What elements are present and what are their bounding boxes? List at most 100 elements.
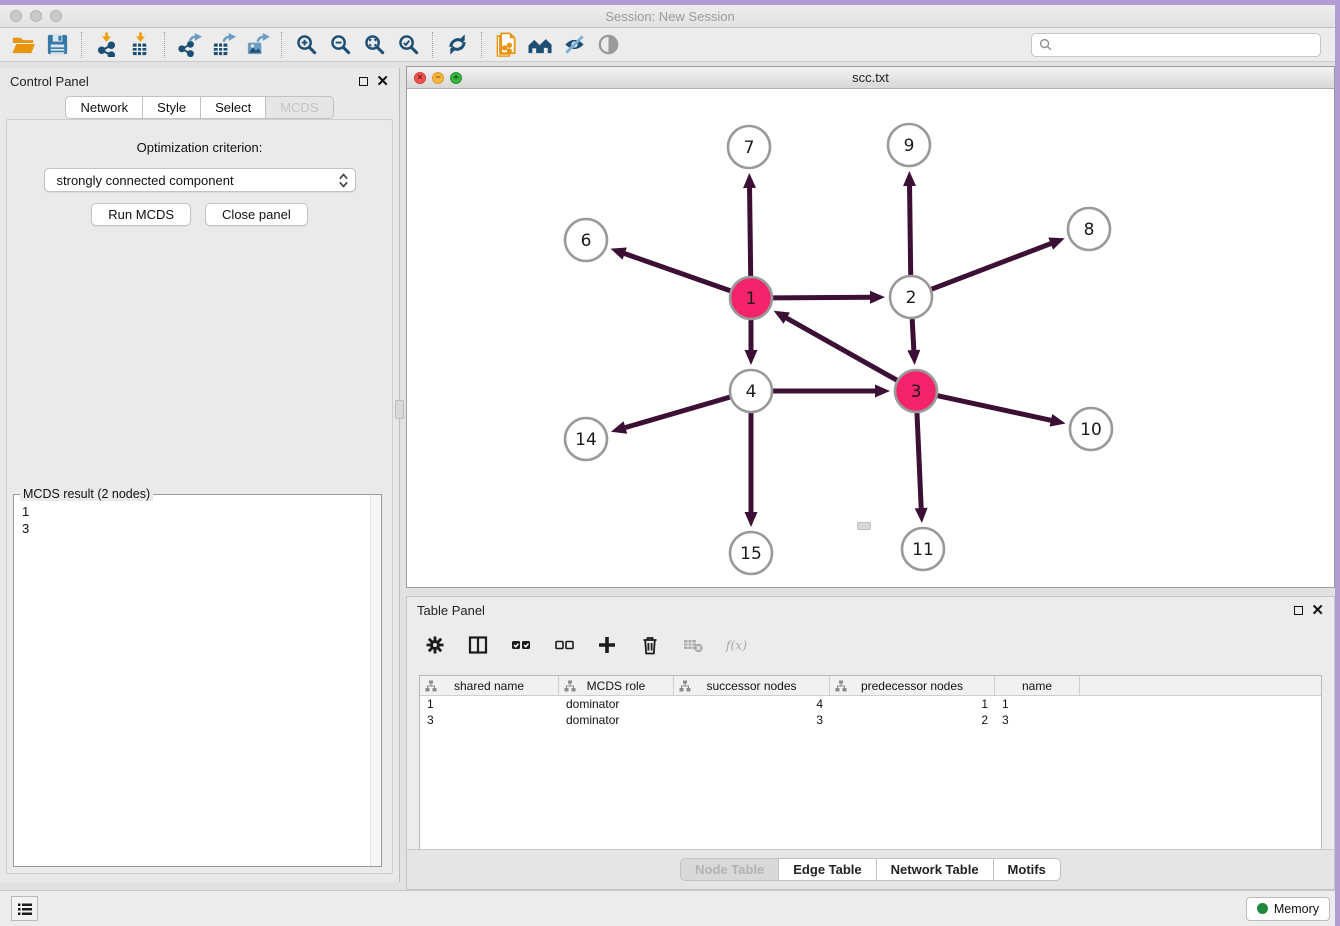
table-cell[interactable]: 1: [420, 696, 559, 712]
graph-node-6[interactable]: 6: [565, 219, 607, 261]
graph-node-7[interactable]: 7: [728, 126, 770, 168]
graph-node-11[interactable]: 11: [902, 528, 944, 570]
table-cell[interactable]: 1: [995, 696, 1080, 712]
graph-edge-1-4[interactable]: [745, 320, 758, 365]
table-cell[interactable]: dominator: [559, 696, 674, 712]
close-table-panel-icon[interactable]: ✕: [1311, 603, 1324, 618]
float-table-panel-icon[interactable]: [1294, 606, 1303, 615]
zoom-out-icon[interactable]: [323, 31, 357, 59]
graph-node-14[interactable]: 14: [565, 418, 607, 460]
graph-edge-4-15[interactable]: [745, 413, 758, 527]
deselect-all-icon[interactable]: [552, 633, 576, 657]
table-row[interactable]: 3dominator323: [420, 712, 1321, 728]
graph-edge-4-3[interactable]: [773, 385, 890, 398]
open-session-icon[interactable]: [6, 31, 40, 59]
tab-edge-table[interactable]: Edge Table: [779, 858, 876, 881]
column-type-icon: [425, 680, 437, 692]
import-network-icon[interactable]: [89, 31, 123, 59]
float-panel-icon[interactable]: [359, 77, 368, 86]
graph-node-2[interactable]: 2: [890, 276, 932, 318]
svg-text:10: 10: [1080, 420, 1102, 440]
window-frame-right: [1335, 0, 1340, 926]
search-input[interactable]: [1031, 33, 1321, 57]
zoom-fit-icon[interactable]: [357, 31, 391, 59]
function-icon[interactable]: f(x): [724, 633, 748, 657]
graph-edge-3-10[interactable]: [937, 396, 1065, 427]
zoom-selected-icon[interactable]: [391, 31, 425, 59]
tab-style[interactable]: Style: [143, 96, 201, 119]
table-cell[interactable]: 1: [830, 696, 995, 712]
graph-node-8[interactable]: 8: [1068, 208, 1110, 250]
graph-edge-3-11[interactable]: [915, 413, 928, 523]
export-network-icon[interactable]: [172, 31, 206, 59]
column-header-predecessor-nodes[interactable]: predecessor nodes: [830, 676, 995, 695]
export-image-icon[interactable]: [240, 31, 274, 59]
add-column-icon[interactable]: [595, 633, 619, 657]
result-scrollbar[interactable]: [370, 495, 381, 866]
table-row[interactable]: 1dominator411: [420, 696, 1321, 712]
task-history-button[interactable]: [11, 896, 38, 921]
network-canvas[interactable]: 7 9 6 8 1 2 4 3 14 10 15 11: [407, 89, 1334, 587]
column-header-successor-nodes[interactable]: successor nodes: [674, 676, 830, 695]
graph-edge-3-1[interactable]: [774, 311, 897, 380]
tab-motifs[interactable]: Motifs: [994, 858, 1061, 881]
graph-node-4[interactable]: 4: [730, 370, 772, 412]
horizontal-splitter-handle[interactable]: [857, 522, 871, 530]
save-session-icon[interactable]: [40, 31, 74, 59]
zoom-in-icon[interactable]: [289, 31, 323, 59]
tab-node-table[interactable]: Node Table: [680, 858, 779, 881]
delete-table-icon[interactable]: [681, 633, 705, 657]
refresh-icon[interactable]: [440, 31, 474, 59]
close-panel-icon[interactable]: ✕: [376, 74, 389, 89]
tab-network[interactable]: Network: [65, 96, 143, 119]
svg-text:7: 7: [744, 138, 755, 158]
delete-rows-icon[interactable]: [638, 633, 662, 657]
export-table-icon[interactable]: [206, 31, 240, 59]
tab-mcds[interactable]: MCDS: [266, 96, 333, 119]
homes-icon[interactable]: [523, 31, 557, 59]
import-table-icon[interactable]: [123, 31, 157, 59]
graph-edge-2-9[interactable]: [903, 171, 916, 275]
run-mcds-button[interactable]: Run MCDS: [91, 203, 191, 226]
clone-network-icon[interactable]: [489, 31, 523, 59]
tab-select[interactable]: Select: [201, 96, 266, 119]
optimization-criterion-value: strongly connected component: [57, 173, 234, 188]
select-all-icon[interactable]: [509, 633, 533, 657]
vertical-splitter-handle[interactable]: [395, 400, 404, 419]
table-cell[interactable]: 2: [830, 712, 995, 728]
mcds-result-item: 1: [22, 503, 373, 520]
gear-icon[interactable]: [423, 633, 447, 657]
table-cell[interactable]: 4: [674, 696, 830, 712]
eye-icon[interactable]: [591, 31, 625, 59]
mcds-result-list: 13: [14, 495, 381, 545]
graph-edge-2-8[interactable]: [932, 238, 1065, 290]
graph-node-3[interactable]: 3: [895, 370, 937, 412]
column-header-name[interactable]: name: [995, 676, 1080, 695]
column-header-MCDS-role[interactable]: MCDS role: [559, 676, 674, 695]
graph-node-9[interactable]: 9: [888, 124, 930, 166]
graph-edge-1-2[interactable]: [773, 291, 885, 304]
graph-node-10[interactable]: 10: [1070, 408, 1112, 450]
table-cell[interactable]: 3: [420, 712, 559, 728]
main-toolbar: [0, 28, 1335, 62]
tab-network-table[interactable]: Network Table: [877, 858, 994, 881]
graph-node-1[interactable]: 1: [730, 277, 772, 319]
hide-details-icon[interactable]: [557, 31, 591, 59]
control-panel-tabs: NetworkStyleSelectMCDS: [0, 96, 399, 119]
table-toolbar: f(x): [407, 623, 1334, 666]
table-cell[interactable]: dominator: [559, 712, 674, 728]
split-panel-icon[interactable]: [466, 633, 490, 657]
mcds-result-box: MCDS result (2 nodes) 13: [13, 494, 382, 867]
column-header-shared-name[interactable]: shared name: [420, 676, 559, 695]
memory-button[interactable]: Memory: [1246, 897, 1330, 921]
table-cell[interactable]: 3: [995, 712, 1080, 728]
graph-edge-4-14[interactable]: [611, 397, 730, 434]
graph-node-15[interactable]: 15: [730, 532, 772, 574]
close-panel-button[interactable]: Close panel: [205, 203, 308, 226]
graph-edge-1-7[interactable]: [743, 173, 756, 276]
table-cell[interactable]: 3: [674, 712, 830, 728]
graph-edge-2-3[interactable]: [907, 319, 920, 365]
title-bar: Session: New Session: [0, 5, 1340, 28]
optimization-criterion-select[interactable]: strongly connected component: [44, 168, 356, 192]
graph-edge-1-6[interactable]: [611, 247, 731, 290]
